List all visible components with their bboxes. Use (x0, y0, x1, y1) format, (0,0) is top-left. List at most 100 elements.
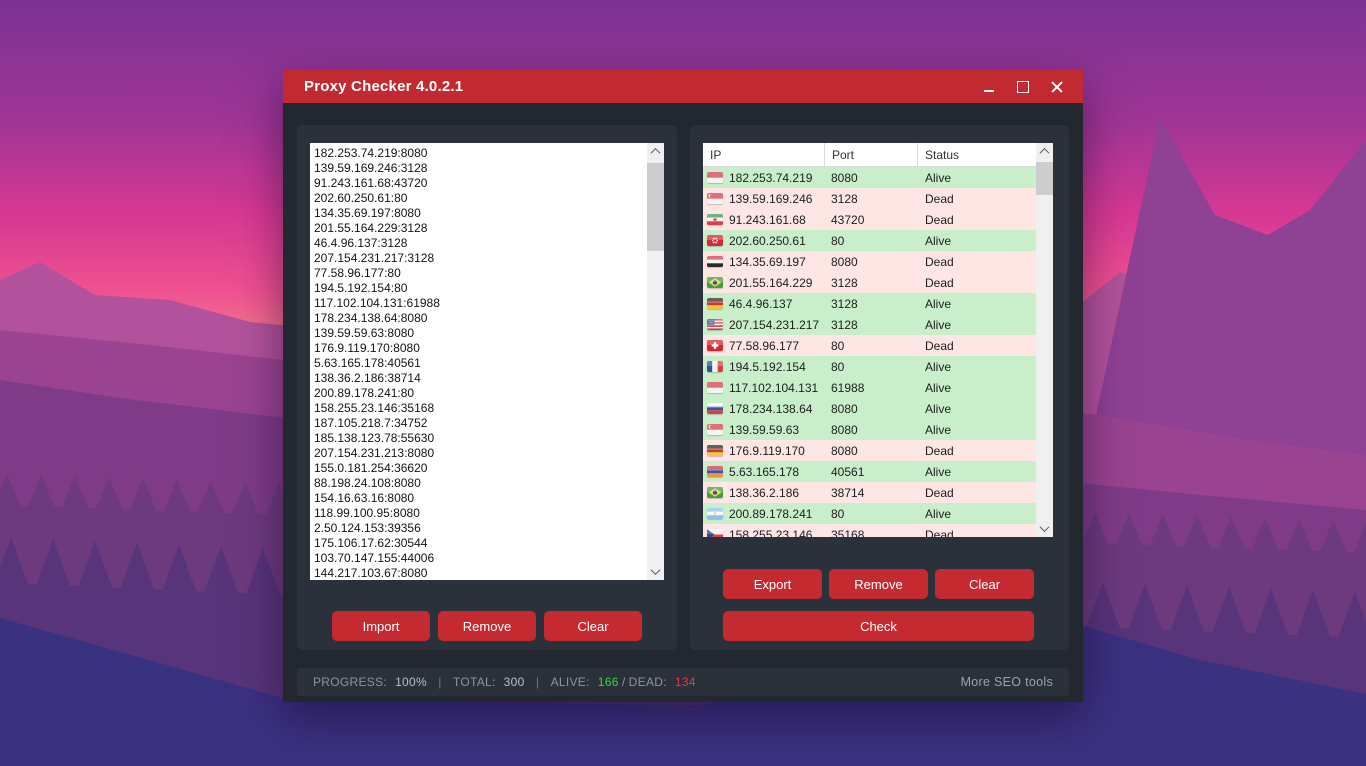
proxy-list-item[interactable]: 134.35.69.197:8080 (314, 206, 647, 221)
proxy-list-item[interactable]: 139.59.169.246:3128 (314, 161, 647, 176)
proxy-list-item[interactable]: 88.198.24.108:8080 (314, 476, 647, 491)
status-cell: Alive (918, 318, 1036, 332)
scroll-down-icon[interactable] (647, 563, 664, 580)
status-cell: Alive (918, 507, 1036, 521)
proxy-list-item[interactable]: 178.234.138.64:8080 (314, 311, 647, 326)
proxy-list-item[interactable]: 139.59.59.63:8080 (314, 326, 647, 341)
table-body: 182.253.74.2198080Alive139.59.169.246312… (703, 167, 1036, 537)
proxy-list-item[interactable]: 154.16.63.16:8080 (314, 491, 647, 506)
listbox-scrollbar[interactable] (647, 143, 664, 580)
table-row[interactable]: 182.253.74.2198080Alive (703, 167, 1036, 188)
proxy-list-item[interactable]: 46.4.96.137:3128 (314, 236, 647, 251)
table-row[interactable]: 178.234.138.648080Alive (703, 398, 1036, 419)
proxy-list-item[interactable]: 176.9.119.170:8080 (314, 341, 647, 356)
proxy-list-item[interactable]: 202.60.250.61:80 (314, 191, 647, 206)
status-cell: Alive (918, 360, 1036, 374)
proxy-list-item[interactable]: 175.106.17.62:30544 (314, 536, 647, 551)
slash: / (619, 675, 629, 689)
proxy-list-item[interactable]: 200.89.178.241:80 (314, 386, 647, 401)
proxy-list-item[interactable]: 182.253.74.219:8080 (314, 146, 647, 161)
ip-cell: 117.102.104.131 (703, 381, 825, 395)
total-value: 300 (504, 675, 525, 689)
check-button[interactable]: Check (723, 611, 1034, 641)
proxy-list-item[interactable]: 185.138.123.78:55630 (314, 431, 647, 446)
country-flag-icon-brazil (707, 487, 723, 498)
proxy-results-table[interactable]: IP Port Status 182.253.74.2198080Alive13… (703, 143, 1053, 537)
proxy-list-item[interactable]: 2.50.124.153:39356 (314, 521, 647, 536)
minimize-icon[interactable] (982, 80, 996, 94)
window-titlebar[interactable]: Proxy Checker 4.0.2.1 (283, 70, 1083, 103)
table-row[interactable]: 139.59.169.2463128Dead (703, 188, 1036, 209)
country-flag-icon-yemen (707, 256, 723, 267)
remove-button-left[interactable]: Remove (438, 611, 536, 641)
proxy-list-item[interactable]: 138.36.2.186:38714 (314, 371, 647, 386)
table-row[interactable]: 5.63.165.17840561Alive (703, 461, 1036, 482)
ip-cell: 207.154.231.217 (703, 318, 825, 332)
country-flag-icon-singapore (707, 193, 723, 204)
proxy-list-item[interactable]: 158.255.23.146:35168 (314, 401, 647, 416)
proxy-list-item[interactable]: 117.102.104.131:61988 (314, 296, 647, 311)
proxy-list-item[interactable]: 187.105.218.7:34752 (314, 416, 647, 431)
proxy-input-listbox[interactable]: 182.253.74.219:8080139.59.169.246:312891… (310, 143, 664, 580)
table-row[interactable]: 176.9.119.1708080Dead (703, 440, 1036, 461)
table-row[interactable]: 207.154.231.2173128Alive (703, 314, 1036, 335)
column-header-status[interactable]: Status (918, 143, 1036, 166)
port-cell: 80 (825, 339, 918, 353)
port-cell: 3128 (825, 192, 918, 206)
scroll-up-icon[interactable] (1036, 143, 1053, 160)
scroll-up-icon[interactable] (647, 143, 664, 160)
proxy-list-item[interactable]: 155.0.181.254:36620 (314, 461, 647, 476)
port-cell: 8080 (825, 171, 918, 185)
clear-button-right[interactable]: Clear (935, 569, 1034, 599)
proxy-list-item[interactable]: 194.5.192.154:80 (314, 281, 647, 296)
proxy-list-item[interactable]: 103.70.147.155:44006 (314, 551, 647, 566)
table-row[interactable]: 194.5.192.15480Alive (703, 356, 1036, 377)
table-row[interactable]: 138.36.2.18638714Dead (703, 482, 1036, 503)
table-row[interactable]: 158.255.23.14635168Dead (703, 524, 1036, 537)
scroll-down-icon[interactable] (1036, 520, 1053, 537)
proxy-list-item[interactable]: 201.55.164.229:3128 (314, 221, 647, 236)
proxy-list-item[interactable]: 91.243.161.68:43720 (314, 176, 647, 191)
column-header-ip[interactable]: IP (703, 143, 825, 166)
export-button[interactable]: Export (723, 569, 822, 599)
remove-button-right[interactable]: Remove (829, 569, 928, 599)
total-label: TOTAL: (453, 675, 496, 689)
status-bar: PROGRESS: 100% | TOTAL: 300 | ALIVE: 166… (297, 668, 1069, 696)
scrollbar-thumb[interactable] (647, 163, 664, 251)
table-scrollbar[interactable] (1036, 143, 1053, 537)
table-row[interactable]: 91.243.161.6843720Dead (703, 209, 1036, 230)
ip-cell: 201.55.164.229 (703, 276, 825, 290)
proxy-list-item[interactable]: 118.99.100.95:8080 (314, 506, 647, 521)
close-icon[interactable] (1050, 80, 1064, 94)
ip-cell: 134.35.69.197 (703, 255, 825, 269)
proxy-list-item[interactable]: 77.58.96.177:80 (314, 266, 647, 281)
country-flag-icon-germany (707, 445, 723, 456)
status-cell: Dead (918, 213, 1036, 227)
ip-cell: 158.255.23.146 (703, 528, 825, 538)
table-row[interactable]: 46.4.96.1373128Alive (703, 293, 1036, 314)
table-row[interactable]: 201.55.164.2293128Dead (703, 272, 1036, 293)
column-header-port[interactable]: Port (825, 143, 918, 166)
table-row[interactable]: 77.58.96.17780Dead (703, 335, 1036, 356)
proxy-list-item[interactable]: 207.154.231.213:8080 (314, 446, 647, 461)
more-seo-tools-link[interactable]: More SEO tools (961, 675, 1053, 689)
proxy-list-item[interactable]: 207.154.231.217:3128 (314, 251, 647, 266)
clear-button-left[interactable]: Clear (544, 611, 642, 641)
ip-cell: 139.59.169.246 (703, 192, 825, 206)
ip-cell: 194.5.192.154 (703, 360, 825, 374)
port-cell: 3128 (825, 297, 918, 311)
country-flag-icon-russia (707, 403, 723, 414)
status-cell: Dead (918, 255, 1036, 269)
table-row[interactable]: 202.60.250.6180Alive (703, 230, 1036, 251)
table-row[interactable]: 134.35.69.1978080Dead (703, 251, 1036, 272)
table-row[interactable]: 117.102.104.13161988Alive (703, 377, 1036, 398)
table-row[interactable]: 200.89.178.24180Alive (703, 503, 1036, 524)
status-cell: Alive (918, 465, 1036, 479)
table-header: IP Port Status (703, 143, 1036, 167)
proxy-list-item[interactable]: 5.63.165.178:40561 (314, 356, 647, 371)
proxy-list-item[interactable]: 144.217.103.67:8080 (314, 566, 647, 580)
maximize-icon[interactable] (1016, 80, 1030, 94)
import-button[interactable]: Import (332, 611, 430, 641)
table-row[interactable]: 139.59.59.638080Alive (703, 419, 1036, 440)
scrollbar-thumb[interactable] (1036, 162, 1053, 195)
